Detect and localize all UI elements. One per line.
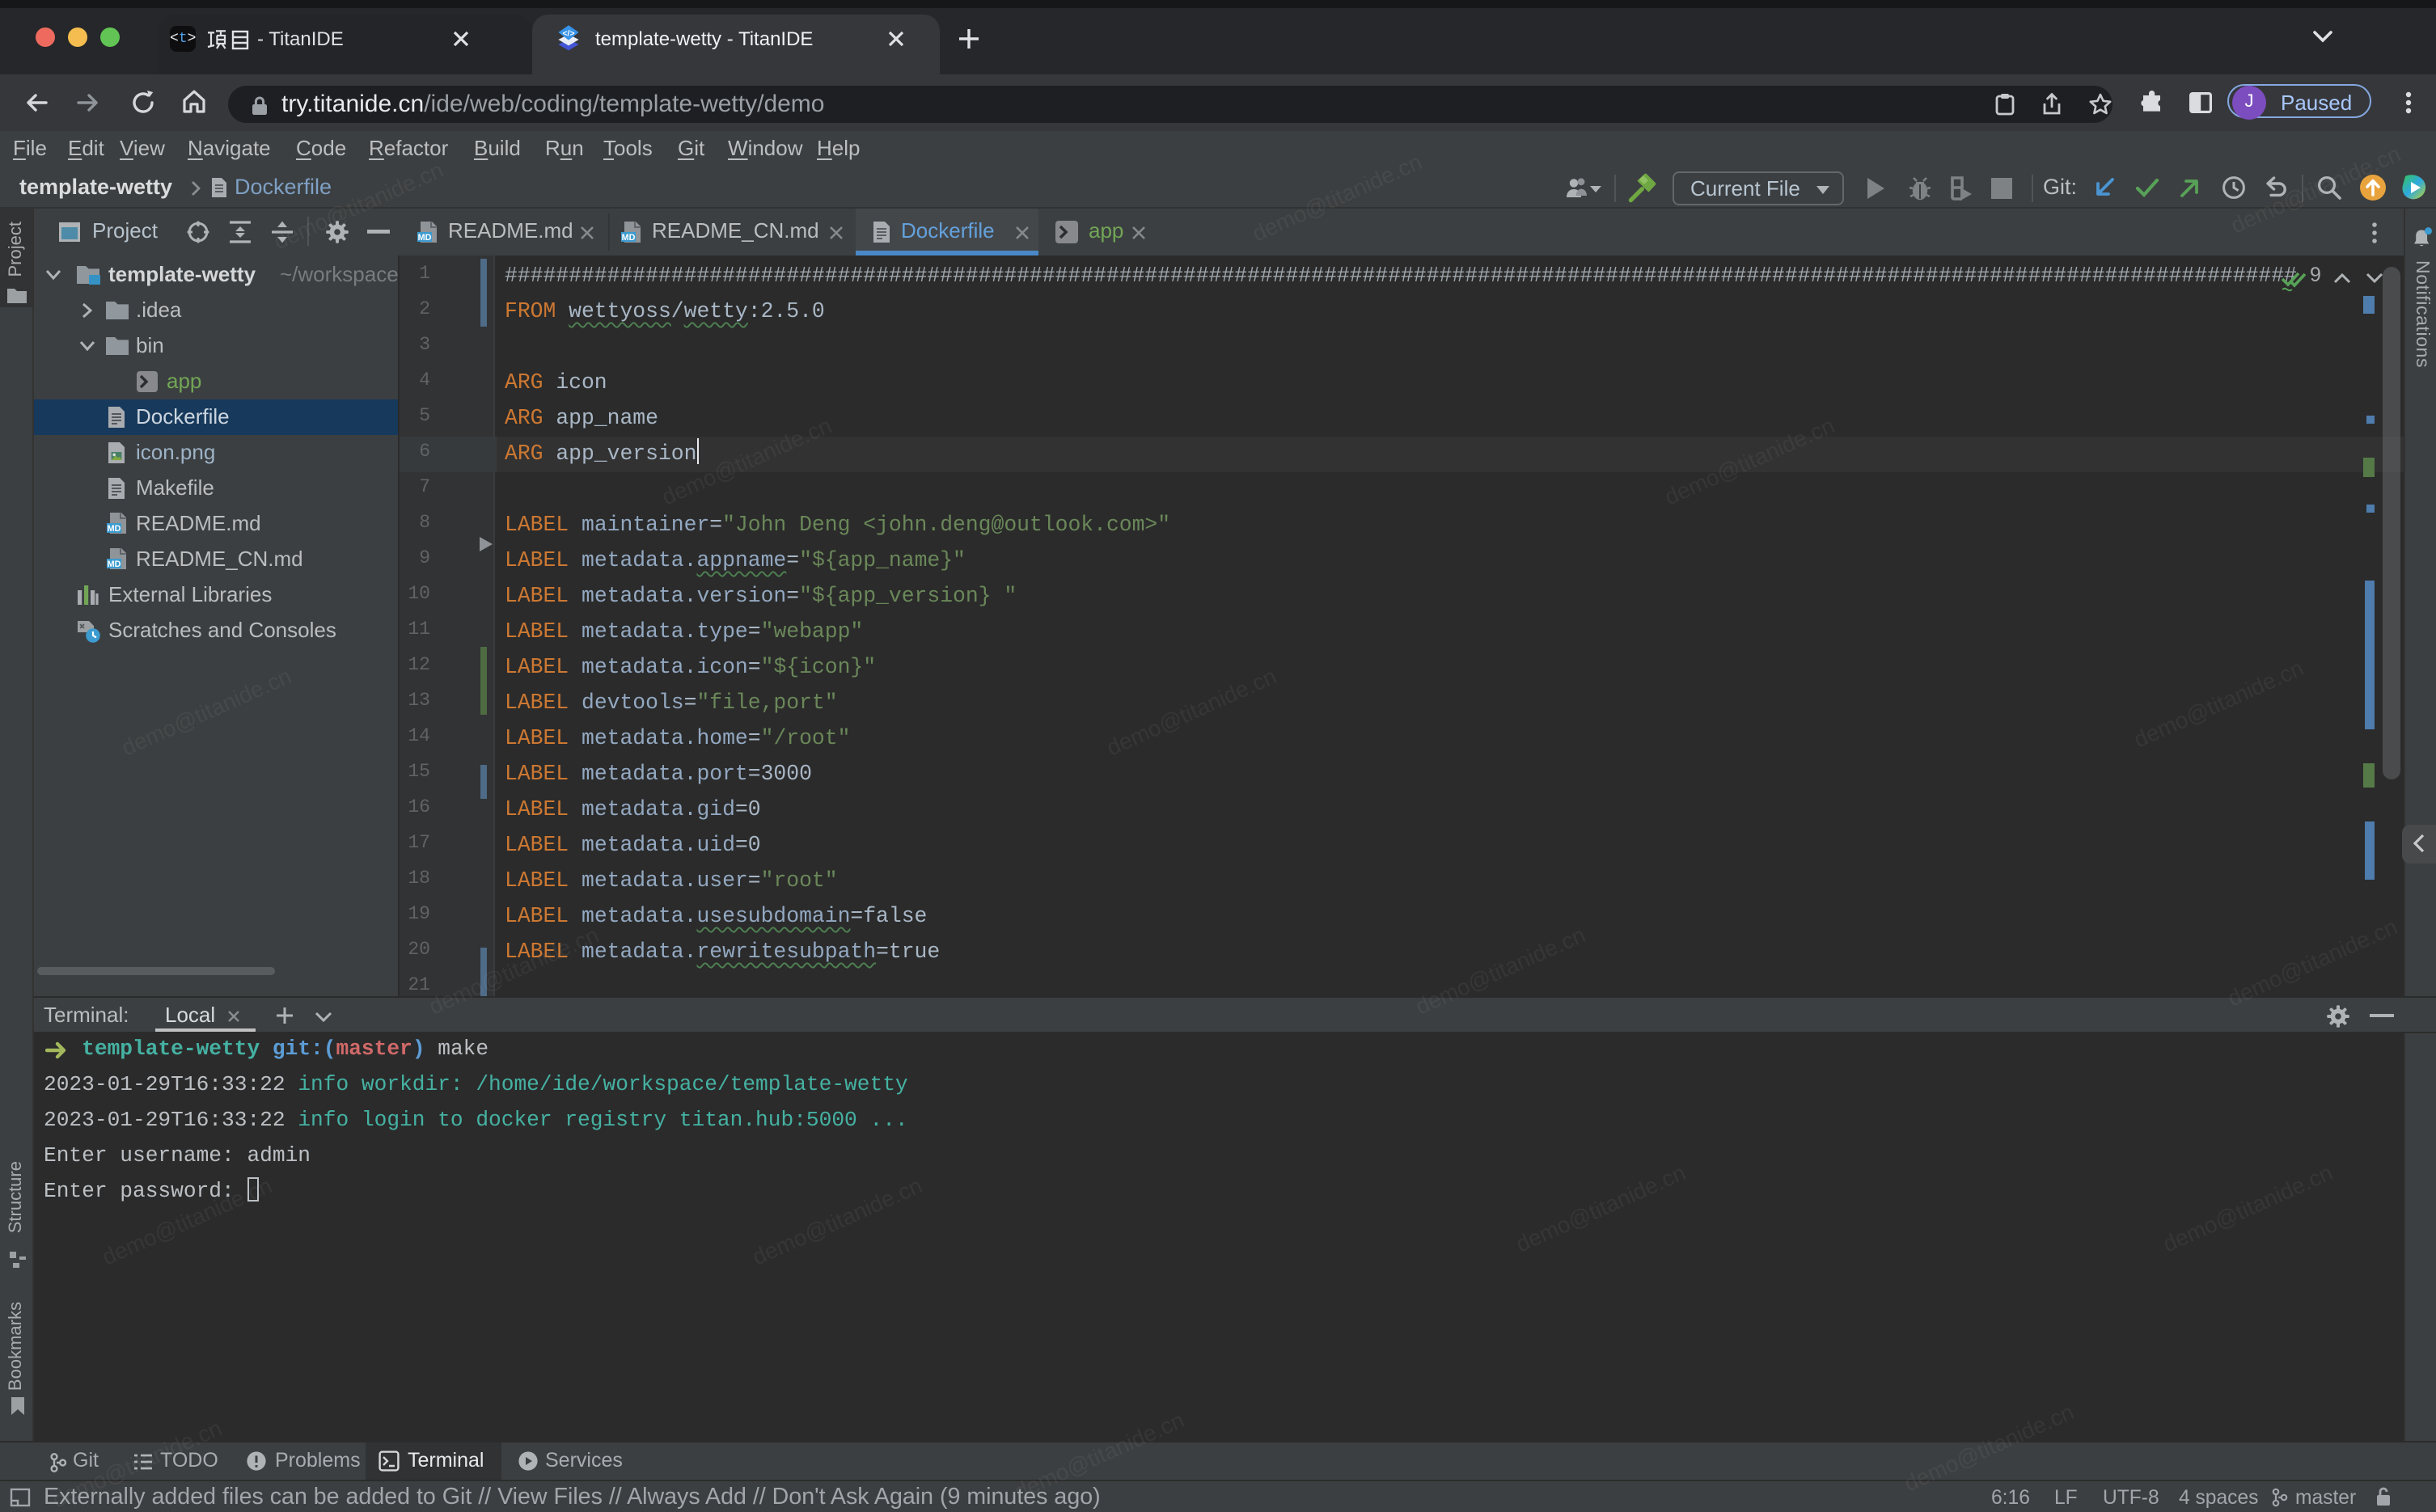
svg-text:</>: </> xyxy=(562,30,574,39)
svg-text:MD: MD xyxy=(108,559,121,568)
svg-text:MD: MD xyxy=(622,233,636,243)
svg-text:MD: MD xyxy=(108,523,121,533)
svg-text:MD: MD xyxy=(418,233,432,243)
